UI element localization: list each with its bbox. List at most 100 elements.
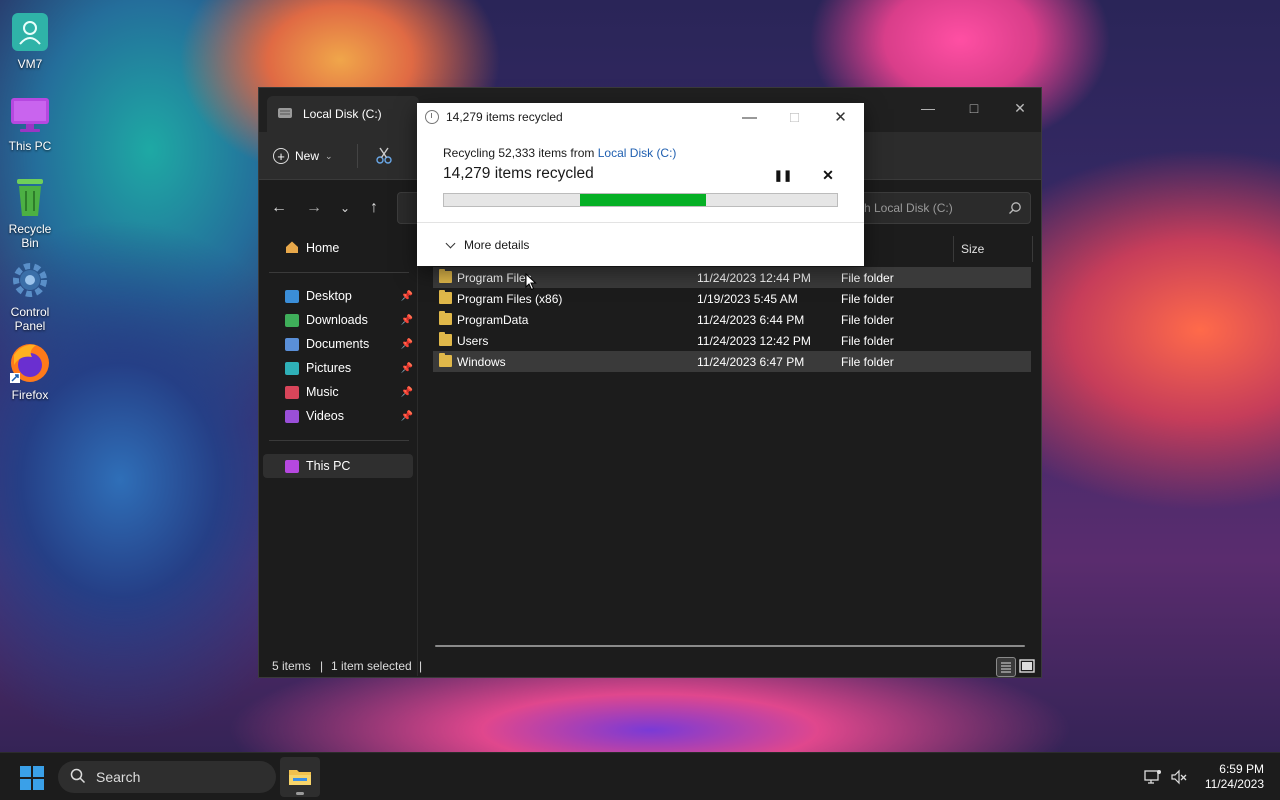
recent-locations-button[interactable]: ⌄ xyxy=(333,196,357,220)
home-icon xyxy=(285,240,299,257)
file-date: 11/24/2023 12:44 PM xyxy=(697,270,811,285)
table-row[interactable]: Program Files (x86) 1/19/2023 5:45 AM Fi… xyxy=(433,288,1031,309)
running-indicator xyxy=(296,792,304,795)
desktop-icon-label: Firefox xyxy=(11,388,49,402)
pause-button[interactable]: ❚❚ xyxy=(774,167,792,183)
sidebar-item-label: Downloads xyxy=(306,313,368,327)
videos-folder-icon xyxy=(285,409,299,423)
search-input[interactable]: h Local Disk (C:) xyxy=(855,192,1031,224)
chevron-down-icon: ⌄ xyxy=(325,150,333,161)
firefox-icon xyxy=(8,341,52,385)
item-count: 5 items xyxy=(272,659,311,673)
toolbar-separator xyxy=(357,144,358,168)
user-icon xyxy=(8,10,52,54)
file-date: 11/24/2023 6:44 PM xyxy=(697,312,805,327)
table-row[interactable]: Users 11/24/2023 12:42 PM File folder xyxy=(433,330,1031,351)
tab-local-disk[interactable]: Local Disk (C:) xyxy=(267,96,419,132)
column-separator[interactable] xyxy=(1032,236,1033,262)
dialog-divider xyxy=(417,222,864,223)
horizontal-scrollbar[interactable] xyxy=(435,645,1025,647)
chevron-down-icon xyxy=(445,238,456,249)
sidebar-item-desktop[interactable]: Desktop 📌 xyxy=(285,284,415,308)
dialog-close-button[interactable]: ✕ xyxy=(818,103,863,131)
search-placeholder: h Local Disk (C:) xyxy=(864,201,953,215)
cancel-button[interactable]: ✕ xyxy=(820,167,836,183)
pin-icon[interactable]: 📌 xyxy=(401,411,413,422)
folder-icon xyxy=(439,353,452,367)
clock-icon xyxy=(425,110,439,124)
up-button[interactable]: ↑ xyxy=(362,196,386,220)
file-name: ProgramData xyxy=(457,312,529,327)
more-details-button[interactable]: More details xyxy=(445,238,530,252)
windows-logo-icon[interactable] xyxy=(20,766,44,790)
taskbar-search-box[interactable]: Search xyxy=(58,761,276,793)
status-divider: | xyxy=(419,659,423,673)
table-row[interactable]: ProgramData 11/24/2023 6:44 PM File fold… xyxy=(433,309,1031,330)
selection-count: 1 item selected xyxy=(331,659,412,673)
large-icons-view-button[interactable] xyxy=(1018,657,1038,677)
sidebar-item-pictures[interactable]: Pictures 📌 xyxy=(285,356,415,380)
details-view-button[interactable] xyxy=(996,657,1016,677)
file-type: File folder xyxy=(841,333,894,348)
status-divider: | xyxy=(320,659,324,673)
minimize-button[interactable]: — xyxy=(905,94,951,122)
sidebar-item-downloads[interactable]: Downloads 📌 xyxy=(285,308,415,332)
volume-muted-icon[interactable] xyxy=(1170,753,1188,800)
desktop-icon-firefox[interactable]: Firefox xyxy=(4,341,56,402)
sidebar-item-videos[interactable]: Videos 📌 xyxy=(285,404,415,428)
desktop-icon-label: Recycle Bin xyxy=(8,222,52,250)
more-details-label: More details xyxy=(464,238,530,252)
pin-icon[interactable]: 📌 xyxy=(401,339,413,350)
pin-icon[interactable]: 📌 xyxy=(401,291,413,302)
sidebar-divider xyxy=(269,440,409,441)
desktop-icon-label: Control Panel xyxy=(10,305,50,333)
sidebar-item-label: Pictures xyxy=(306,361,352,375)
search-icon xyxy=(70,768,86,787)
new-button[interactable]: + New ⌄ xyxy=(273,142,333,170)
table-row[interactable]: Program Files 11/24/2023 12:44 PM File f… xyxy=(433,267,1031,288)
table-row[interactable]: Windows 11/24/2023 6:47 PM File folder xyxy=(433,351,1031,372)
monitor-icon xyxy=(8,92,52,136)
sidebar-item-documents[interactable]: Documents 📌 xyxy=(285,332,415,356)
maximize-button[interactable]: □ xyxy=(951,94,997,122)
pin-icon[interactable]: 📌 xyxy=(401,387,413,398)
back-button[interactable]: ← xyxy=(267,196,291,220)
sidebar-item-music[interactable]: Music 📌 xyxy=(285,380,415,404)
desktop-icon-control-panel[interactable]: Control Panel xyxy=(4,258,56,333)
forward-button[interactable]: → xyxy=(302,196,326,220)
status-bar: 5 items | 1 item selected | xyxy=(259,656,1041,678)
navigation-pane: Home Desktop 📌 Downloads 📌 Documents 📌 P… xyxy=(259,236,417,646)
pane-divider[interactable] xyxy=(417,236,418,676)
dialog-minimize-button[interactable]: — xyxy=(727,103,772,131)
new-label: New xyxy=(295,149,320,163)
folder-icon xyxy=(439,290,452,304)
dialog-title: 14,279 items recycled xyxy=(446,110,563,124)
system-clock[interactable]: 6:59 PM 11/24/2023 xyxy=(1205,762,1264,792)
downloads-folder-icon xyxy=(285,313,299,327)
taskbar-search-label: Search xyxy=(96,769,141,785)
network-icon[interactable] xyxy=(1144,753,1162,800)
column-separator[interactable] xyxy=(953,236,954,262)
column-header-size[interactable]: Size xyxy=(961,242,984,256)
taskbar: Search 6:59 PM 11/24/2023 xyxy=(0,752,1280,800)
sidebar-item-label: Desktop xyxy=(306,289,352,303)
desktop-icon-recycle-bin[interactable]: Recycle Bin xyxy=(4,175,56,250)
pictures-folder-icon xyxy=(285,361,299,375)
taskbar-file-explorer-button[interactable] xyxy=(280,757,320,797)
pin-icon[interactable]: 📌 xyxy=(401,363,413,374)
file-name: Users xyxy=(457,333,489,348)
sidebar-item-this-pc[interactable]: This PC xyxy=(285,454,415,478)
progress-bar xyxy=(443,193,838,207)
cut-icon[interactable] xyxy=(375,146,393,167)
close-button[interactable]: ✕ xyxy=(997,94,1043,122)
desktop-icon-vm7[interactable]: VM7 xyxy=(4,10,56,71)
sidebar-item-home[interactable]: Home xyxy=(285,236,415,260)
source-link[interactable]: Local Disk (C:) xyxy=(598,146,677,160)
file-date: 11/24/2023 12:42 PM xyxy=(697,333,811,348)
desktop-icon-this-pc[interactable]: This PC xyxy=(4,92,56,153)
plus-icon: + xyxy=(273,148,289,164)
sidebar-item-label: Videos xyxy=(306,409,344,423)
dialog-status-text: 14,279 items recycled xyxy=(443,165,594,182)
pin-icon[interactable]: 📌 xyxy=(401,315,413,326)
folder-icon xyxy=(288,767,312,790)
